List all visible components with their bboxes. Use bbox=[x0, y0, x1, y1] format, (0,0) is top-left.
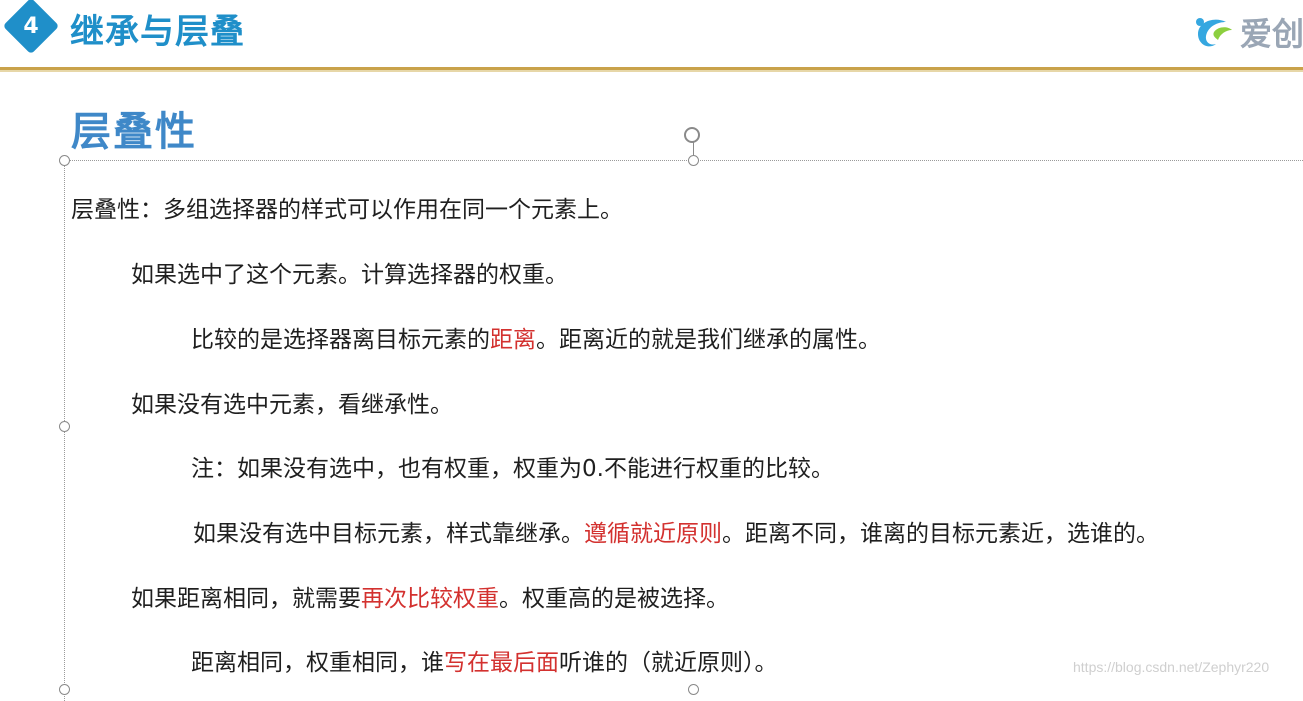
rotate-handle-icon[interactable] bbox=[684, 127, 700, 143]
selected-textbox[interactable] bbox=[64, 160, 1303, 701]
logo-text: 爱创 bbox=[1240, 15, 1303, 53]
text-line-3-part-3: 。距离近的就是我们继承的属性。 bbox=[536, 327, 881, 353]
brand-logo: 爱创 bbox=[1192, 12, 1303, 53]
text-line-3-part-1: 比较的是选择器离目标元素的 bbox=[191, 327, 490, 353]
resize-handle-bottom-left[interactable] bbox=[59, 684, 70, 695]
text-line-3: 比较的是选择器离目标元素的距离。距离近的就是我们继承的属性。 bbox=[191, 324, 881, 356]
text-line-6: 如果没有选中目标元素，样式靠继承。遵循就近原则。距离不同，谁离的目标元素近，选谁… bbox=[193, 518, 1303, 550]
text-line-4: 如果没有选中元素，看继承性。 bbox=[131, 389, 453, 421]
resize-handle-middle-left[interactable] bbox=[59, 421, 70, 432]
text-line-8: 距离相同，权重相同，谁写在最后面听谁的（就近原则）。 bbox=[191, 647, 778, 679]
text-line-7: 如果距离相同，就需要再次比较权重。权重高的是被选择。 bbox=[131, 583, 729, 615]
text-highlight-distance: 距离 bbox=[490, 327, 536, 353]
aichuang-logo-icon bbox=[1196, 18, 1232, 47]
slide-header: 4 继承与层叠 爱创 bbox=[0, 0, 1303, 72]
text-line-6-part-3: 。距离不同，谁离的目标元素近，选谁的。 bbox=[722, 521, 1159, 547]
header-rule-shadow bbox=[0, 70, 1303, 72]
resize-handle-top-left[interactable] bbox=[59, 155, 70, 166]
text-line-7-part-3: 。权重高的是被选择。 bbox=[499, 586, 729, 612]
watermark: https://blog.csdn.net/Zephyr220 bbox=[1073, 659, 1270, 675]
text-line-1-part-1: 层叠性：多组选择器的样式可以作用在同一个元素上。 bbox=[71, 197, 623, 223]
text-line-8-part-3: 听谁的（就近原则）。 bbox=[559, 650, 778, 676]
resize-handle-bottom-middle[interactable] bbox=[688, 684, 699, 695]
text-highlight-written-last: 写在最后面 bbox=[444, 650, 559, 676]
text-line-4-part-1: 如果没有选中元素，看继承性。 bbox=[131, 392, 453, 418]
text-highlight-nearest-principle: 遵循就近原则 bbox=[584, 521, 722, 547]
text-line-8-part-1: 距离相同，权重相同，谁 bbox=[191, 650, 444, 676]
text-highlight-compare-weight: 再次比较权重 bbox=[361, 586, 499, 612]
text-line-2: 如果选中了这个元素。计算选择器的权重。 bbox=[131, 259, 568, 291]
text-line-7-part-1: 如果距离相同，就需要 bbox=[131, 586, 361, 612]
text-line-6-part-1: 如果没有选中目标元素，样式靠继承。 bbox=[193, 521, 584, 547]
text-line-5-part-1: 注：如果没有选中，也有权重，权重为0.不能进行权重的比较。 bbox=[191, 456, 834, 482]
text-line-2-part-1: 如果选中了这个元素。计算选择器的权重。 bbox=[131, 262, 568, 288]
text-line-5: 注：如果没有选中，也有权重，权重为0.不能进行权重的比较。 bbox=[191, 453, 834, 485]
header-title: 继承与层叠 bbox=[70, 12, 245, 52]
slide-title: 层叠性 bbox=[71, 109, 197, 155]
text-line-1: 层叠性：多组选择器的样式可以作用在同一个元素上。 bbox=[71, 194, 623, 226]
section-number: 4 bbox=[23, 13, 39, 39]
resize-handle-top-middle[interactable] bbox=[688, 155, 699, 166]
